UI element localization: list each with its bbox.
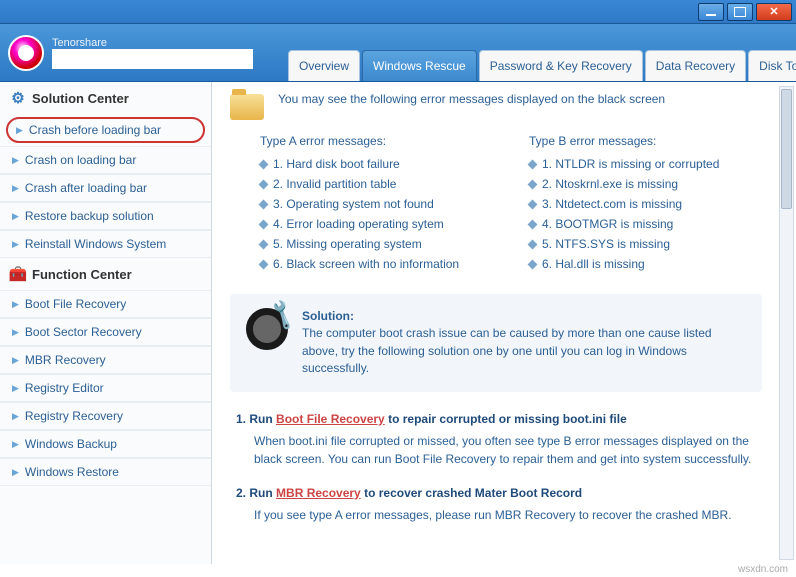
chevron-right-icon: ▶ [12, 411, 19, 422]
step-2: 2. Run MBR Recovery to recover crashed M… [236, 484, 756, 524]
sidebar-item-restore-backup[interactable]: ▶Restore backup solution [0, 202, 211, 230]
mbr-recovery-link[interactable]: MBR Recovery [276, 486, 361, 500]
bullet-icon [259, 259, 269, 269]
sidebar-item-registry-recovery[interactable]: ▶Registry Recovery [0, 402, 211, 430]
solution-label: Solution: [302, 309, 354, 323]
error-item: 2. Invalid partition table [260, 174, 493, 194]
folder-icon [230, 94, 264, 120]
bullet-icon [259, 199, 269, 209]
gear-icon: ⚙ [10, 90, 26, 106]
bullet-icon [528, 199, 538, 209]
bullet-icon [528, 219, 538, 229]
error-item: 4. Error loading operating sytem [260, 214, 493, 234]
error-item: 2. Ntoskrnl.exe is missing [529, 174, 762, 194]
bullet-icon [259, 159, 269, 169]
sidebar-item-registry-editor[interactable]: ▶Registry Editor [0, 374, 211, 402]
bullet-icon [528, 239, 538, 249]
step-2-body: If you see type A error messages, please… [254, 506, 756, 524]
solution-body: The computer boot crash issue can be cau… [302, 326, 712, 375]
sidebar-item-windows-restore[interactable]: ▶Windows Restore [0, 458, 211, 486]
header: Tenorshare Windows Boot Genius Overview … [0, 24, 796, 82]
error-item: 5. NTFS.SYS is missing [529, 234, 762, 254]
chevron-right-icon: ▶ [12, 355, 19, 366]
bullet-icon [528, 179, 538, 189]
bullet-icon [528, 259, 538, 269]
chevron-right-icon: ▶ [12, 183, 19, 194]
chevron-right-icon: ▶ [12, 155, 19, 166]
error-item: 5. Missing operating system [260, 234, 493, 254]
boot-file-recovery-link[interactable]: Boot File Recovery [276, 412, 385, 426]
tab-data-recovery[interactable]: Data Recovery [645, 50, 746, 81]
maximize-button[interactable] [727, 3, 753, 21]
title-bar [0, 0, 796, 24]
bullet-icon [259, 219, 269, 229]
vertical-scrollbar[interactable] [779, 86, 794, 560]
content: ⚙ Solution Center ▶Crash before loading … [0, 82, 796, 564]
tab-disk-tools[interactable]: Disk Tools [748, 50, 796, 81]
error-item: 6. Black screen with no information [260, 254, 493, 274]
step-1: 1. Run Boot File Recovery to repair corr… [236, 410, 756, 468]
error-item: 6. Hal.dll is missing [529, 254, 762, 274]
watermark: wsxdn.com [0, 564, 796, 577]
sidebar-cat-label: Solution Center [32, 91, 129, 106]
chevron-right-icon: ▶ [12, 239, 19, 250]
intro-text: You may see the following error messages… [278, 92, 665, 106]
solution-box: 🔧 Solution: The computer boot crash issu… [230, 294, 762, 392]
error-a-title: Type A error messages: [260, 134, 493, 148]
chevron-right-icon: ▶ [12, 211, 19, 222]
sidebar-item-boot-file-recovery[interactable]: ▶Boot File Recovery [0, 290, 211, 318]
step-1-body: When boot.ini file corrupted or missed, … [254, 432, 756, 468]
chevron-right-icon: ▶ [12, 383, 19, 394]
brand-name: Windows Boot Genius [52, 49, 253, 70]
error-col-a: Type A error messages: 1. Hard disk boot… [260, 134, 493, 274]
error-item: 1. NTLDR is missing or corrupted [529, 154, 762, 174]
chevron-right-icon: ▶ [12, 327, 19, 338]
sidebar: ⚙ Solution Center ▶Crash before loading … [0, 82, 212, 564]
error-item: 1. Hard disk boot failure [260, 154, 493, 174]
sidebar-item-crash-before[interactable]: ▶Crash before loading bar [6, 117, 205, 143]
error-item: 4. BOOTMGR is missing [529, 214, 762, 234]
wheel-wrench-icon: 🔧 [246, 308, 288, 350]
minimize-button[interactable] [698, 3, 724, 21]
brand-sup: Tenorshare [52, 37, 253, 49]
app-window: Tenorshare Windows Boot Genius Overview … [0, 0, 796, 577]
sidebar-item-crash-on[interactable]: ▶Crash on loading bar [0, 146, 211, 174]
main-pane: You may see the following error messages… [212, 82, 796, 564]
error-columns: Type A error messages: 1. Hard disk boot… [260, 134, 762, 274]
sidebar-item-boot-sector-recovery[interactable]: ▶Boot Sector Recovery [0, 318, 211, 346]
error-item: 3. Operating system not found [260, 194, 493, 214]
error-item: 3. Ntdetect.com is missing [529, 194, 762, 214]
brand: Tenorshare Windows Boot Genius [8, 35, 288, 81]
bullet-icon [259, 239, 269, 249]
intro-row: You may see the following error messages… [230, 92, 762, 120]
app-logo-icon [8, 35, 44, 71]
close-button[interactable] [756, 3, 792, 21]
error-col-b: Type B error messages: 1. NTLDR is missi… [529, 134, 762, 274]
chevron-right-icon: ▶ [12, 467, 19, 478]
briefcase-icon: 🧰 [10, 266, 26, 282]
chevron-right-icon: ▶ [12, 439, 19, 450]
sidebar-item-crash-after[interactable]: ▶Crash after loading bar [0, 174, 211, 202]
bullet-icon [259, 179, 269, 189]
tab-windows-rescue[interactable]: Windows Rescue [362, 50, 477, 81]
sidebar-cat-label: Function Center [32, 267, 132, 282]
tab-overview[interactable]: Overview [288, 50, 360, 81]
tab-password-key-recovery[interactable]: Password & Key Recovery [479, 50, 643, 81]
chevron-right-icon: ▶ [16, 125, 23, 136]
bullet-icon [528, 159, 538, 169]
sidebar-cat-solution: ⚙ Solution Center [0, 82, 211, 114]
error-b-title: Type B error messages: [529, 134, 762, 148]
main-tabs: Overview Windows Rescue Password & Key R… [288, 50, 796, 81]
sidebar-item-windows-backup[interactable]: ▶Windows Backup [0, 430, 211, 458]
sidebar-item-reinstall[interactable]: ▶Reinstall Windows System [0, 230, 211, 258]
sidebar-cat-function: 🧰 Function Center [0, 258, 211, 290]
chevron-right-icon: ▶ [12, 299, 19, 310]
sidebar-item-mbr-recovery[interactable]: ▶MBR Recovery [0, 346, 211, 374]
scroll-thumb[interactable] [781, 89, 792, 209]
